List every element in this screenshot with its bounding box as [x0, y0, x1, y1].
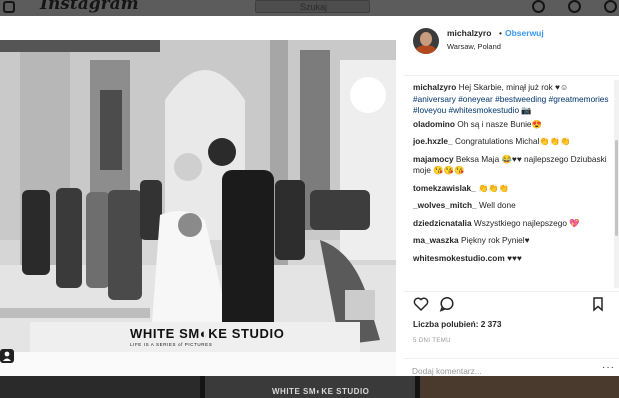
comment-item: _wolves_mitch_ Well done: [413, 200, 609, 212]
comment-text: Wszystkiego najlepszego 💖: [473, 217, 580, 228]
comments-scrollbar[interactable]: [614, 80, 619, 288]
post-actions: Liczba polubień: 2 373 5 DNI TEMU Dodaj …: [404, 291, 619, 376]
comment-text: 👏👏👏: [478, 182, 510, 193]
likes-count[interactable]: Liczba polubień: 2 373: [413, 319, 502, 329]
post-sidebar: michalzyro • Obserwuj Warsaw, Poland mic…: [404, 16, 619, 376]
likes-label: Liczba polubień:: [413, 319, 479, 329]
post-date[interactable]: 5 DNI TEMU: [413, 338, 451, 344]
comment-text: Congratulations Michal👏👏👏: [454, 136, 571, 146]
comment-item: majamocy Beksa Maja 😂♥♥ najlepszego Dziu…: [413, 154, 609, 177]
activity-icon[interactable]: [568, 0, 581, 13]
post-header: michalzyro • Obserwuj Warsaw, Poland: [404, 16, 619, 76]
comment-text: Oh są i nasze Bunie😍: [457, 118, 542, 129]
comment-text: ♥♥♥: [507, 252, 522, 263]
explore-icon[interactable]: [532, 0, 545, 13]
instagram-logo[interactable]: Instagram: [40, 0, 139, 14]
instagram-camera-icon[interactable]: [3, 1, 15, 13]
avatar[interactable]: [413, 28, 439, 54]
header-username[interactable]: michalzyro: [447, 28, 491, 38]
background-watermark: WHITE SM◐KE STUDIO: [272, 387, 370, 396]
search-input[interactable]: Szukaj: [255, 0, 370, 13]
scrollbar-thumb[interactable]: [615, 140, 618, 236]
profile-icon[interactable]: [604, 0, 617, 13]
comment-input[interactable]: Dodaj komentarz...: [412, 366, 482, 376]
more-options-button[interactable]: ···: [602, 362, 615, 373]
comment-icon[interactable]: [439, 296, 455, 312]
comment-item: oladomino Oh są i nasze Bunie😍: [413, 119, 609, 131]
bookmark-icon[interactable]: [590, 296, 606, 312]
watermark-tagline: LIFE IS A SERIES of PICTURES: [130, 342, 213, 347]
post-caption: michalzyro Hej Skarbie, minął już rok ♥☺…: [413, 82, 609, 117]
separator-dot: •: [499, 28, 502, 38]
tagged-person-icon[interactable]: [0, 349, 14, 363]
caption-author[interactable]: michalzyro: [413, 82, 456, 92]
comment-user[interactable]: whitesmokestudio.com: [413, 253, 505, 263]
comment-user[interactable]: oladomino: [413, 119, 455, 129]
follow-button[interactable]: Obserwuj: [505, 28, 544, 38]
comment-item: whitesmokestudio.com ♥♥♥: [413, 253, 609, 265]
camera-icon: 📷: [521, 105, 532, 115]
heart-icon[interactable]: [413, 296, 429, 312]
photo-watermark: WHITE SM◐KE STUDIO LIFE IS A SERIES of P…: [130, 326, 284, 347]
comment-item: joe.hxzle_ Congratulations Michal👏👏👏: [413, 136, 609, 148]
comment-user[interactable]: _wolves_mitch_: [413, 200, 477, 210]
location-link[interactable]: Warsaw, Poland: [447, 42, 501, 51]
post-modal: WHITE SM◐KE STUDIO LIFE IS A SERIES of P…: [0, 16, 619, 376]
comment-text: Piękny rok Pyniel♥: [460, 235, 530, 245]
comment-user[interactable]: tomekzawislak_: [413, 183, 476, 193]
comment-user[interactable]: joe.hxzle_: [413, 136, 453, 146]
likes-value: 2 373: [480, 319, 502, 329]
comment-user[interactable]: dziedzicnatalia: [413, 218, 472, 228]
comment-item: ma_waszka Piękny rok Pyniel♥: [413, 235, 609, 247]
comment-text: Well done: [478, 200, 516, 210]
caption-hashtags[interactable]: #aniversary #oneyear #bestweeding #great…: [413, 94, 609, 116]
comment-item: tomekzawislak_ 👏👏👏: [413, 183, 609, 195]
comments-list: michalzyro Hej Skarbie, minął już rok ♥☺…: [413, 82, 609, 270]
caption-text: Hej Skarbie, minął już rok ♥☺: [458, 82, 569, 92]
comment-user[interactable]: ma_waszka: [413, 235, 459, 245]
comment-item: dziedzicnatalia Wszystkiego najlepszego …: [413, 218, 609, 230]
comment-user[interactable]: majamocy: [413, 154, 454, 164]
add-comment-bar: Dodaj komentarz... ···: [404, 358, 619, 381]
instagram-top-bar: Instagram Szukaj: [0, 0, 619, 16]
watermark-brand: WHITE SM◐KE STUDIO: [130, 326, 285, 341]
